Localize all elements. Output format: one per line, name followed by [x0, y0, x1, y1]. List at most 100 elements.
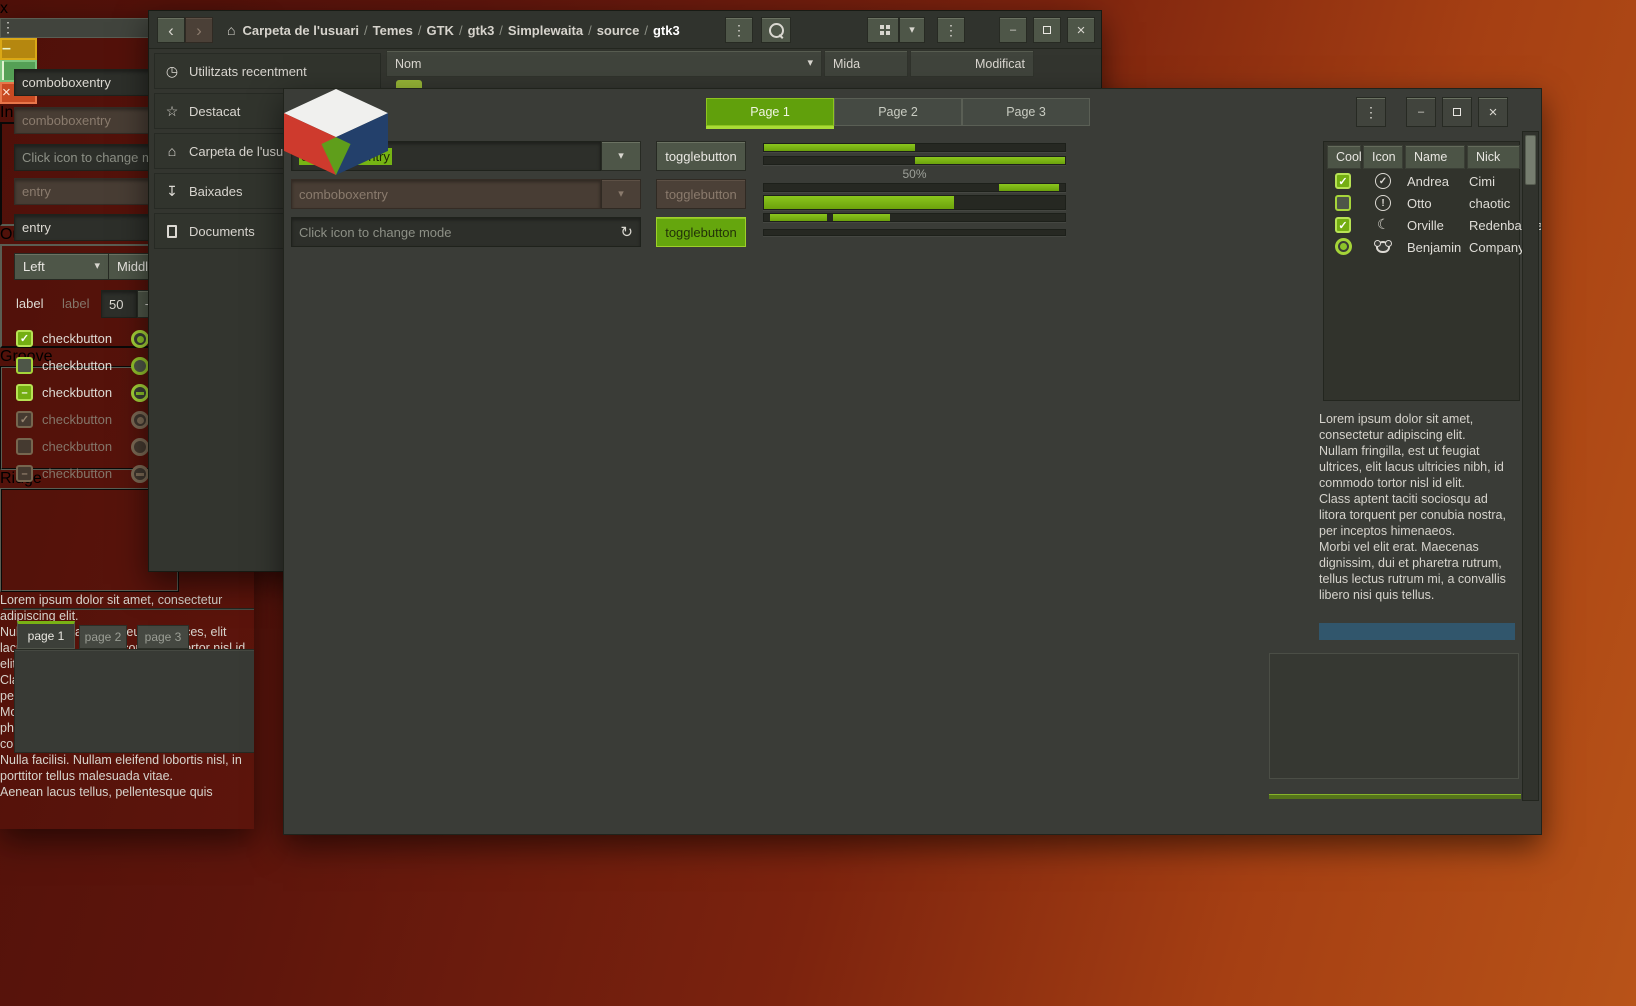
forward-button[interactable]: ›: [185, 17, 213, 43]
wf4-minimize-button[interactable]: –: [0, 38, 37, 60]
wf3-combo-dropdown-disabled: ▾: [601, 179, 641, 209]
minimize-button[interactable]: –: [999, 17, 1027, 43]
moon-icon: ☾: [1377, 217, 1390, 231]
breadcrumb-source[interactable]: source: [597, 23, 640, 38]
wf3-lower-frame: [1269, 653, 1519, 779]
nb1-tab-page2[interactable]: page 2: [79, 625, 127, 649]
wf3-scale-partial[interactable]: [763, 229, 1066, 236]
maximize-icon: [1453, 108, 1461, 116]
wf3-progressbar-thick: [763, 195, 1066, 210]
grid-view-icon: [880, 25, 884, 29]
text-selection-bar: [1319, 623, 1515, 640]
wf3-tree-header-name[interactable]: Name: [1405, 145, 1465, 169]
row-checkbox-checked[interactable]: ✓: [1335, 217, 1351, 233]
checkbox-checked[interactable]: ✓: [16, 330, 33, 347]
row-radio-selected[interactable]: [1335, 238, 1352, 255]
checkbox-mixed-disabled: –: [16, 465, 33, 482]
checkbox-unchecked[interactable]: [16, 357, 33, 374]
search-icon: [769, 23, 784, 38]
check-circle-icon: ✓: [1375, 173, 1391, 189]
wf3-textview[interactable]: Lorem ipsum dolor sit amet, consectetur …: [1319, 411, 1515, 645]
radio-selected-disabled: [131, 411, 149, 429]
refresh-icon[interactable]: ↻: [620, 225, 633, 240]
back-button[interactable]: ‹: [157, 17, 185, 43]
row-checkbox-unchecked[interactable]: [1335, 195, 1351, 211]
wf3-progressbar-activity: [763, 213, 1066, 222]
path-menu-button[interactable]: ⋮: [725, 17, 753, 43]
menu-dots-icon: ⋮: [1364, 105, 1378, 119]
close-icon: ×: [2, 84, 11, 101]
close-icon: ×: [1077, 23, 1086, 38]
wf4-combo-left[interactable]: Left▾: [14, 253, 109, 280]
nb1-tab-page1[interactable]: page 1: [17, 621, 75, 649]
monkey-icon: [1376, 241, 1390, 253]
checkbox-unchecked-disabled: [16, 438, 33, 455]
checkbox-mixed[interactable]: –: [16, 384, 33, 401]
row-checkbox-checked[interactable]: ✓: [1335, 173, 1351, 189]
chevron-down-icon: ▾: [618, 151, 624, 162]
radio-unselected[interactable]: [131, 357, 149, 375]
wf3-active-tab-underline: [706, 126, 834, 129]
maximize-icon: [1043, 26, 1051, 34]
nb1-tab-page3[interactable]: page 3: [137, 625, 189, 649]
menu-dots-icon: ⋮: [1, 19, 15, 35]
wf3-tab-page2[interactable]: Page 2: [834, 98, 962, 126]
breadcrumb-simplewaita[interactable]: Simplewaita: [508, 23, 583, 38]
menu-dots-icon: ⋮: [944, 23, 958, 37]
wf3-tree-header-cool[interactable]: Cool: [1327, 145, 1361, 169]
wf3-tab-page1[interactable]: Page 1: [706, 98, 834, 126]
wf3-menu-button[interactable]: ⋮: [1356, 97, 1386, 127]
forward-icon: ›: [196, 22, 202, 39]
close-icon: ×: [1489, 105, 1498, 120]
column-header-modified[interactable]: Modificat: [910, 50, 1034, 77]
close-button[interactable]: ×: [1067, 17, 1095, 43]
breadcrumb-current[interactable]: gtk3: [653, 23, 680, 38]
home-icon: ⌂: [155, 143, 189, 159]
wf3-maximize-button[interactable]: [1442, 97, 1472, 127]
wf3-progress-label: 50%: [763, 167, 1066, 181]
wf3-progressbar-chunk: [763, 183, 1066, 192]
search-button[interactable]: [761, 17, 791, 43]
column-header-size[interactable]: Mida: [824, 50, 908, 77]
wf4-spinbutton-value[interactable]: 50: [101, 290, 137, 318]
sidebar-item-recent[interactable]: ◷ Utilitzats recentment: [154, 53, 381, 89]
breadcrumb-home[interactable]: Carpeta de l'usuari: [242, 23, 359, 38]
maximize-button[interactable]: [1033, 17, 1061, 43]
document-icon: [155, 225, 189, 238]
wf3-combo-dropdown[interactable]: ▾: [601, 141, 641, 171]
wf3-scrollbar[interactable]: [1522, 131, 1539, 801]
wf3-progressbar-1: [763, 143, 1066, 152]
wf3-togglebutton-1[interactable]: togglebutton: [656, 141, 746, 171]
star-icon: ☆: [155, 103, 189, 120]
radio-unselected-disabled: [131, 438, 149, 456]
sort-arrow-icon: ▾: [807, 58, 813, 69]
breadcrumb-temes[interactable]: Temes: [373, 23, 413, 38]
wf3-close-button[interactable]: ×: [1478, 97, 1508, 127]
view-grid-button[interactable]: [867, 17, 899, 43]
home-icon: ⌂: [227, 23, 235, 37]
radio-mixed[interactable]: [131, 384, 149, 402]
view-options-dropdown[interactable]: ▾: [899, 17, 925, 43]
column-header-name[interactable]: Nom ▾: [386, 50, 822, 77]
wf3-togglebutton-3[interactable]: togglebutton: [656, 217, 746, 247]
wf3-horizontal-scrollbar[interactable]: [1269, 794, 1521, 799]
wf3-comboboxentry-disabled: comboboxentry: [291, 179, 601, 209]
wf4-label-disabled: label: [62, 296, 89, 311]
scrollbar-thumb[interactable]: [1525, 135, 1536, 185]
breadcrumb-gtk[interactable]: GTK: [426, 23, 453, 38]
chevron-down-icon: ▾: [909, 25, 915, 36]
radio-selected[interactable]: [131, 330, 149, 348]
breadcrumb: ⌂ Carpeta de l'usuari / Temes / GTK / gt…: [227, 17, 680, 43]
breadcrumb-gtk3[interactable]: gtk3: [468, 23, 495, 38]
minimize-icon: –: [1010, 25, 1016, 36]
wf3-mode-entry[interactable]: Click icon to change mode ↻: [291, 217, 641, 247]
wf3-tree-header-icon[interactable]: Icon: [1363, 145, 1403, 169]
gtk3-widget-factory-window: Page 1 Page 2 Page 3 ⋮ – × comboboxentry…: [283, 88, 1542, 835]
maximize-icon: [2, 61, 4, 80]
wf3-minimize-button[interactable]: –: [1406, 97, 1436, 127]
app-menu-button[interactable]: ⋮: [937, 17, 965, 43]
wf4-label: label: [16, 296, 43, 311]
wf3-progressbar-rtl: [763, 156, 1066, 165]
wf3-tree-header-nick[interactable]: Nick: [1467, 145, 1520, 169]
wf3-tab-page3[interactable]: Page 3: [962, 98, 1090, 126]
